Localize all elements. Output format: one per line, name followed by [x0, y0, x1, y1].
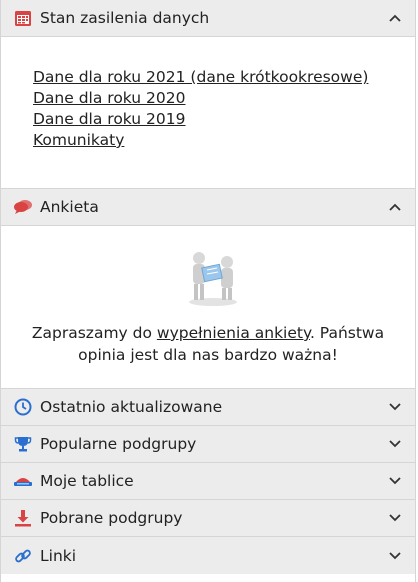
chat-icon: [13, 197, 33, 217]
sidebar-accordion: Stan zasilenia danych Dane dla roku 2021…: [0, 0, 416, 582]
survey-text: Zapraszamy do wypełnienia ankiety. Państ…: [25, 322, 391, 366]
trophy-icon: [13, 434, 33, 454]
link-icon: [13, 546, 33, 566]
chevron-down-icon[interactable]: [387, 548, 403, 564]
chevron-up-icon[interactable]: [387, 10, 403, 26]
section-title: Stan zasilenia danych: [40, 9, 210, 27]
survey-text-before: Zapraszamy do: [31, 324, 157, 342]
section-title: Ostatnio aktualizowane: [40, 398, 223, 416]
link-data-2021[interactable]: Dane dla roku 2021 (dane krótkookresowe): [33, 67, 415, 88]
clock-icon: [13, 397, 33, 417]
section-title: Linki: [40, 546, 77, 565]
download-icon: [13, 508, 33, 528]
survey-illustration-icon: [181, 244, 245, 308]
calendar-icon: [13, 8, 33, 28]
section-header-survey[interactable]: Ankieta: [1, 189, 415, 226]
section-title: Popularne podgrupy: [40, 435, 197, 453]
board-icon: [13, 471, 33, 491]
chevron-down-icon[interactable]: [387, 510, 403, 526]
section-header-recent[interactable]: Ostatnio aktualizowane: [1, 389, 415, 426]
section-header-links[interactable]: Linki: [1, 537, 415, 574]
survey-panel: Zapraszamy do wypełnienia ankiety. Państ…: [1, 226, 415, 389]
chevron-up-icon[interactable]: [387, 199, 403, 215]
section-header-data-supply[interactable]: Stan zasilenia danych: [1, 0, 415, 37]
link-data-2020[interactable]: Dane dla roku 2020: [33, 88, 415, 109]
chevron-down-icon[interactable]: [387, 473, 403, 489]
survey-link[interactable]: wypełnienia ankiety: [157, 324, 310, 342]
link-data-2019[interactable]: Dane dla roku 2019: [33, 109, 415, 130]
link-announcements[interactable]: Komunikaty: [33, 130, 415, 151]
section-header-downloaded[interactable]: Pobrane podgrupy: [1, 500, 415, 537]
section-header-popular[interactable]: Popularne podgrupy: [1, 426, 415, 463]
section-title: Ankieta: [40, 198, 99, 216]
section-title: Pobrane podgrupy: [40, 509, 183, 527]
section-header-boards[interactable]: Moje tablice: [1, 463, 415, 500]
section-title: Moje tablice: [40, 472, 134, 490]
chevron-down-icon[interactable]: [387, 399, 403, 415]
chevron-down-icon[interactable]: [387, 436, 403, 452]
data-supply-panel: Dane dla roku 2021 (dane krótkookresowe)…: [1, 37, 415, 189]
